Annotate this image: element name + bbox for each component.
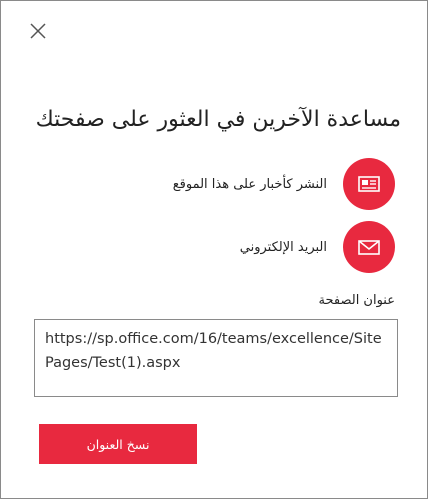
close-button[interactable] [28, 21, 48, 41]
newspaper-icon [358, 176, 380, 192]
email-icon-circle [343, 221, 395, 273]
page-address-label: عنوان الصفحة [318, 293, 395, 308]
page-address-field[interactable]: https://sp.office.com/16/teams/excellenc… [34, 319, 398, 397]
post-as-news-label: النشر كأخبار على هذا الموقع [172, 176, 327, 192]
close-icon [30, 23, 46, 39]
news-icon-circle [343, 158, 395, 210]
share-dialog: مساعدة الآخرين في العثور على صفحتك النشر… [0, 0, 428, 499]
envelope-icon [358, 240, 380, 255]
copy-address-button[interactable]: نسخ العنوان [39, 424, 197, 464]
email-option[interactable]: البريد الإلكتروني [135, 221, 395, 273]
dialog-title: مساعدة الآخرين في العثور على صفحتك [35, 107, 401, 132]
post-as-news-option[interactable]: النشر كأخبار على هذا الموقع [135, 158, 395, 210]
email-label: البريد الإلكتروني [239, 239, 327, 255]
